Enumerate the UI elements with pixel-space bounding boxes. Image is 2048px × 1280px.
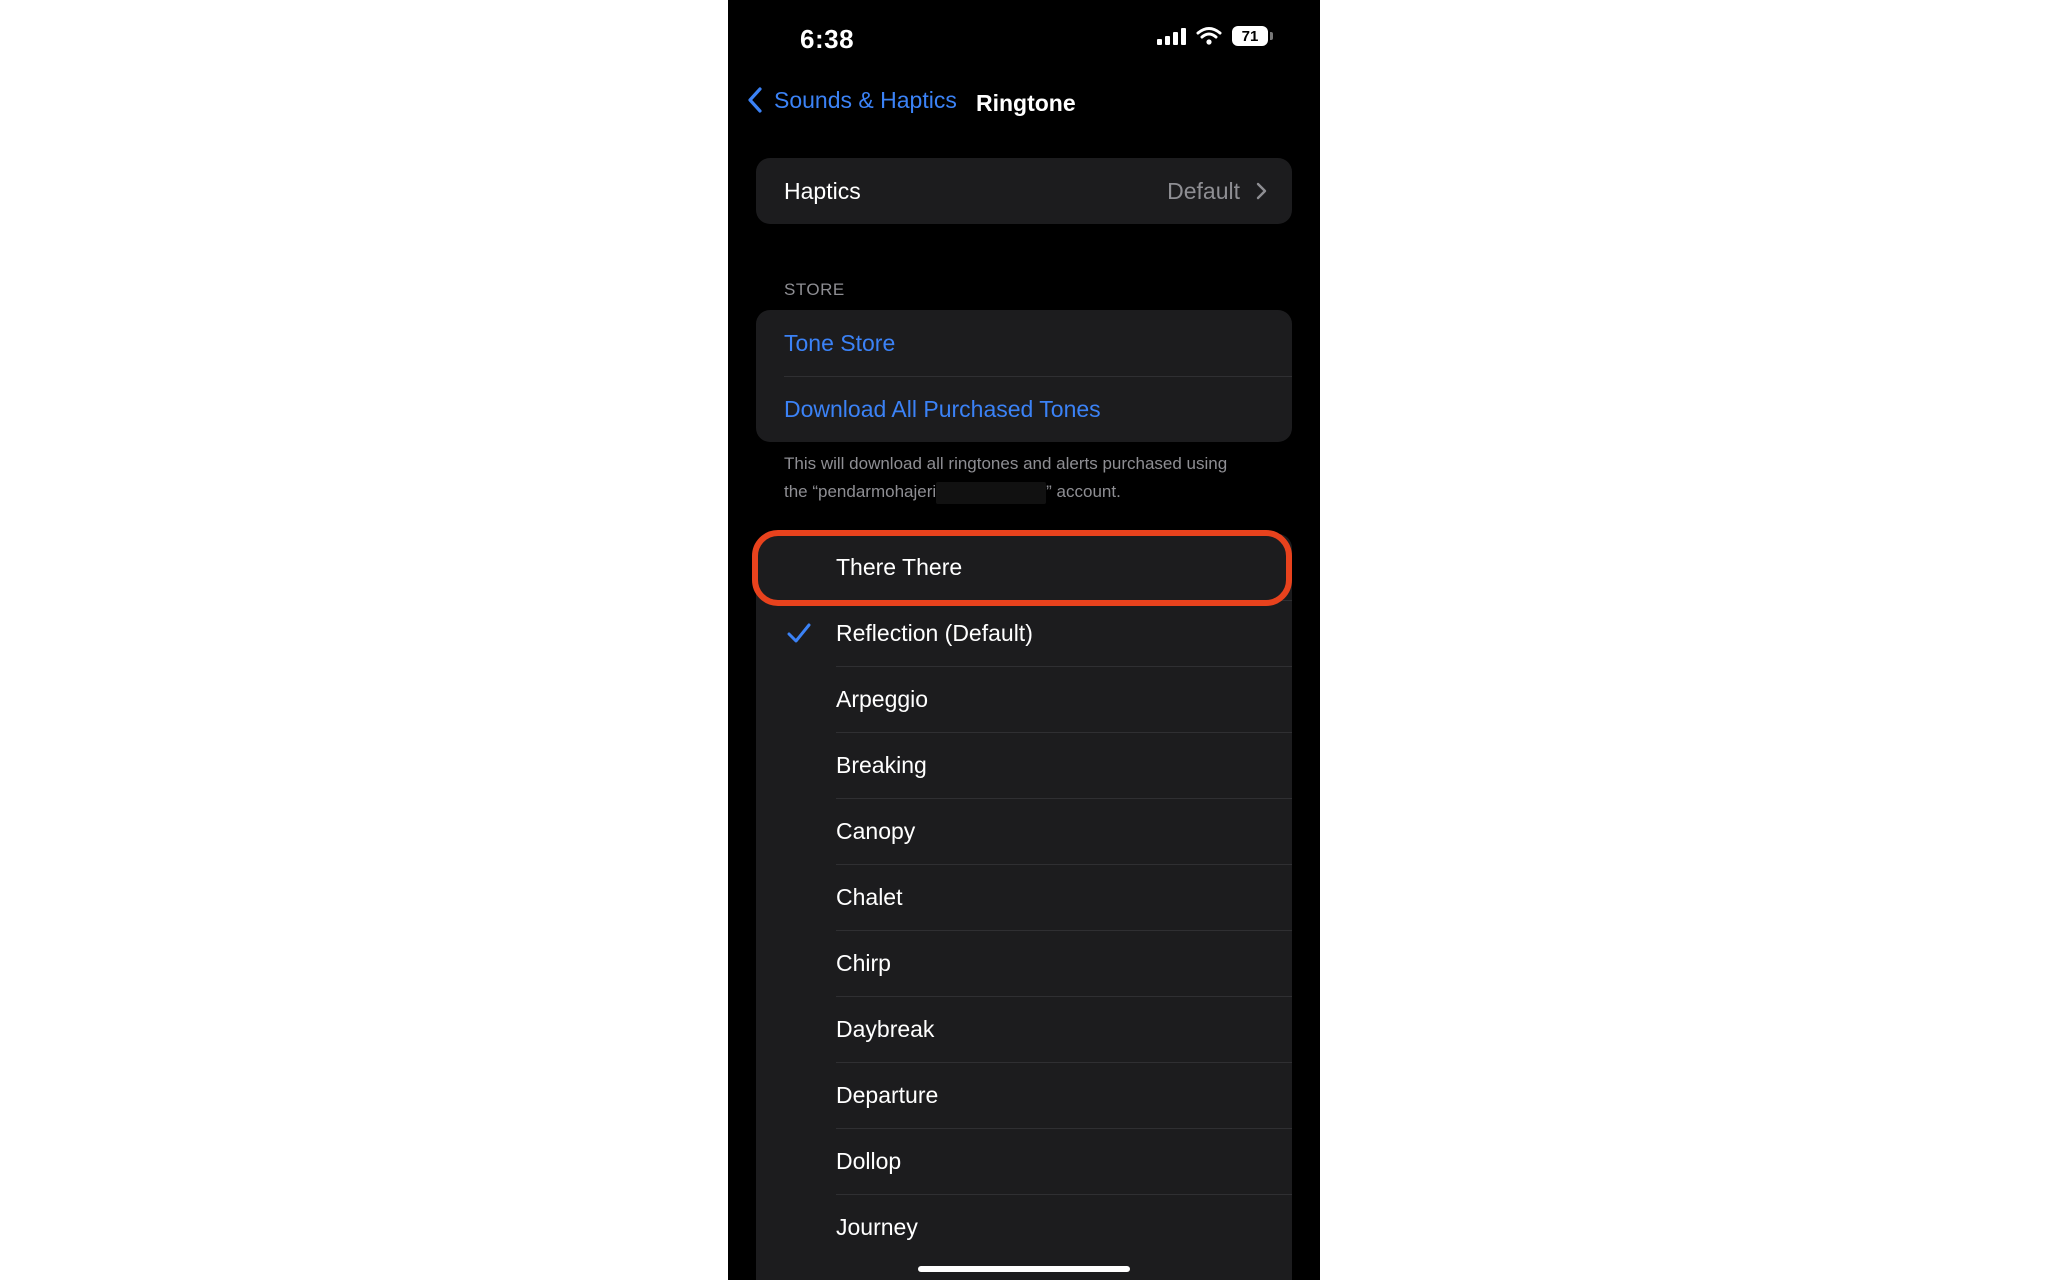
haptics-label: Haptics [784, 177, 861, 204]
tone-label: Breaking [836, 751, 927, 778]
store-group: Tone Store Download All Purchased Tones [756, 310, 1292, 442]
tone-label: Chirp [836, 949, 891, 976]
cellular-signal-icon [1157, 27, 1186, 45]
tone-label: Canopy [836, 817, 916, 844]
tone-label: Chalet [836, 883, 903, 910]
tone-row[interactable]: Breaking [756, 732, 1292, 798]
battery-level: 71 [1241, 27, 1259, 45]
tone-row[interactable]: Chalet [756, 864, 1292, 930]
store-footnote: This will download all ringtones and ale… [784, 450, 1254, 506]
tone-store-row[interactable]: Tone Store [756, 310, 1292, 376]
download-purchased-tones-link: Download All Purchased Tones [784, 395, 1101, 422]
tone-row[interactable]: Journey [756, 1194, 1292, 1260]
tone-label: Departure [836, 1081, 939, 1108]
status-time: 6:38 [800, 24, 855, 54]
status-icons: 71 [1157, 26, 1273, 46]
download-purchased-tones-row[interactable]: Download All Purchased Tones [756, 376, 1292, 442]
tone-label: Arpeggio [836, 685, 929, 712]
checkmark-icon [787, 623, 811, 643]
haptics-row[interactable]: Haptics Default [756, 158, 1292, 224]
tone-label: Dollop [836, 1147, 902, 1174]
home-indicator[interactable] [918, 1266, 1130, 1272]
chevron-right-icon [1256, 182, 1267, 200]
phone-screen: 6:38 71 Sounds & Haptics Ringtone Haptic… [728, 0, 1320, 1280]
tone-row[interactable]: Canopy [756, 798, 1292, 864]
store-section-header: STORE [784, 280, 845, 299]
ringtone-list: There There Reflection (Default) Arpeggi… [756, 534, 1292, 1280]
tone-row[interactable]: Chirp [756, 930, 1292, 996]
tone-label: Reflection (Default) [836, 619, 1033, 646]
tone-label: There There [836, 553, 963, 580]
tone-label: Daybreak [836, 1015, 935, 1042]
battery-icon: 71 [1232, 26, 1273, 46]
back-button-label: Sounds & Haptics [774, 86, 957, 113]
haptics-value: Default [1167, 177, 1240, 204]
tone-store-link: Tone Store [784, 329, 896, 356]
page-title: Ringtone [976, 90, 1076, 116]
tone-row-selected[interactable]: Reflection (Default) [756, 600, 1292, 666]
tone-row[interactable]: Daybreak [756, 996, 1292, 1062]
tone-row[interactable]: Arpeggio [756, 666, 1292, 732]
tone-row[interactable]: Departure [756, 1062, 1292, 1128]
tone-row[interactable]: Dollop [756, 1128, 1292, 1194]
footnote-text-end: ” account. [1046, 482, 1121, 501]
haptics-group: Haptics Default [756, 158, 1292, 224]
tone-row[interactable]: There There [756, 534, 1292, 600]
chevron-left-icon [748, 87, 762, 113]
redacted-account [936, 481, 1047, 504]
back-button[interactable]: Sounds & Haptics [746, 86, 957, 114]
wifi-icon [1196, 27, 1222, 45]
tone-label: Journey [836, 1213, 918, 1240]
